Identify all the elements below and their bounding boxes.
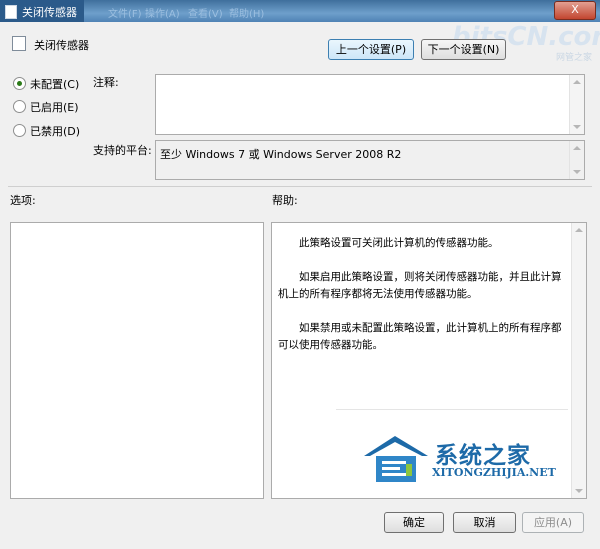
radio-not-configured-label: 未配置(C) bbox=[30, 78, 80, 91]
window-title: 关闭传感器 bbox=[22, 6, 77, 19]
platform-scrollbar[interactable] bbox=[569, 141, 584, 179]
watermark-bitscn-sub: 网管之家 bbox=[555, 53, 592, 63]
setting-icon bbox=[12, 36, 26, 51]
previous-setting-button[interactable]: 上一个设置(P) bbox=[328, 39, 414, 60]
scroll-up-icon[interactable] bbox=[573, 80, 581, 84]
next-setting-button[interactable]: 下一个设置(N) bbox=[421, 39, 506, 60]
radio-disabled-label: 已禁用(D) bbox=[30, 125, 81, 138]
house-logo-icon bbox=[364, 436, 428, 482]
radio-enabled[interactable]: 已启用(E) bbox=[13, 100, 79, 114]
options-panel bbox=[10, 222, 264, 499]
scroll-down-icon[interactable] bbox=[573, 125, 581, 129]
options-label: 选项: bbox=[10, 194, 36, 207]
help-paragraph: 如果启用此策略设置，则将关闭传感器功能，并且此计算机上的所有程序都将无法使用传感… bbox=[278, 271, 562, 300]
close-icon: X bbox=[571, 3, 579, 16]
radio-enabled-indicator[interactable] bbox=[13, 100, 26, 113]
radio-not-configured[interactable]: 未配置(C) bbox=[13, 77, 79, 91]
ok-button[interactable]: 确定 bbox=[384, 512, 444, 533]
radio-enabled-label: 已启用(E) bbox=[30, 101, 79, 114]
scroll-down-icon[interactable] bbox=[573, 170, 581, 174]
title-bar: 关闭传感器 文件(F) 操作(A) 查看(V) 帮助(H) X bbox=[0, 0, 600, 22]
help-scrollbar[interactable] bbox=[571, 223, 586, 498]
help-watermark-line bbox=[336, 409, 568, 410]
policy-window-icon bbox=[5, 5, 17, 19]
radio-disabled-indicator[interactable] bbox=[13, 124, 26, 137]
help-paragraph: 如果禁用或未配置此策略设置，此计算机上的所有程序都可以使用传感器功能。 bbox=[278, 322, 562, 351]
apply-button[interactable]: 应用(A) bbox=[522, 512, 584, 533]
comment-field[interactable] bbox=[155, 74, 585, 135]
background-menu-action: 操作(A) bbox=[145, 9, 180, 20]
background-menu-view: 查看(V) bbox=[188, 9, 223, 20]
close-button[interactable]: X bbox=[554, 1, 596, 20]
watermark-brand-cn: 系统之家 bbox=[435, 443, 531, 469]
help-label: 帮助: bbox=[272, 194, 298, 207]
comment-label: 注释: bbox=[93, 76, 119, 89]
background-menu-file: 文件(F) bbox=[108, 9, 142, 20]
platform-value: 至少 Windows 7 或 Windows Server 2008 R2 bbox=[160, 148, 402, 161]
scroll-up-icon[interactable] bbox=[575, 228, 583, 232]
scroll-down-icon[interactable] bbox=[575, 489, 583, 493]
watermark-brand-en: XITONGZHIJIA.NET bbox=[432, 466, 556, 479]
title-tab: 关闭传感器 bbox=[0, 0, 84, 22]
comment-scrollbar[interactable] bbox=[569, 75, 584, 134]
scroll-up-icon[interactable] bbox=[573, 146, 581, 150]
platform-label: 支持的平台: bbox=[93, 144, 152, 157]
platform-field: 至少 Windows 7 或 Windows Server 2008 R2 bbox=[155, 140, 585, 180]
background-menu-help: 帮助(H) bbox=[229, 9, 265, 20]
section-divider bbox=[8, 186, 592, 187]
help-paragraph: 此策略设置可关闭此计算机的传感器功能。 bbox=[299, 237, 499, 249]
radio-not-configured-indicator[interactable] bbox=[13, 77, 26, 90]
setting-title: 关闭传感器 bbox=[34, 39, 89, 52]
cancel-button[interactable]: 取消 bbox=[453, 512, 516, 533]
radio-disabled[interactable]: 已禁用(D) bbox=[13, 124, 80, 138]
help-text: 此策略设置可关闭此计算机的传感器功能。 如果启用此策略设置，则将关闭传感器功能，… bbox=[278, 235, 568, 371]
